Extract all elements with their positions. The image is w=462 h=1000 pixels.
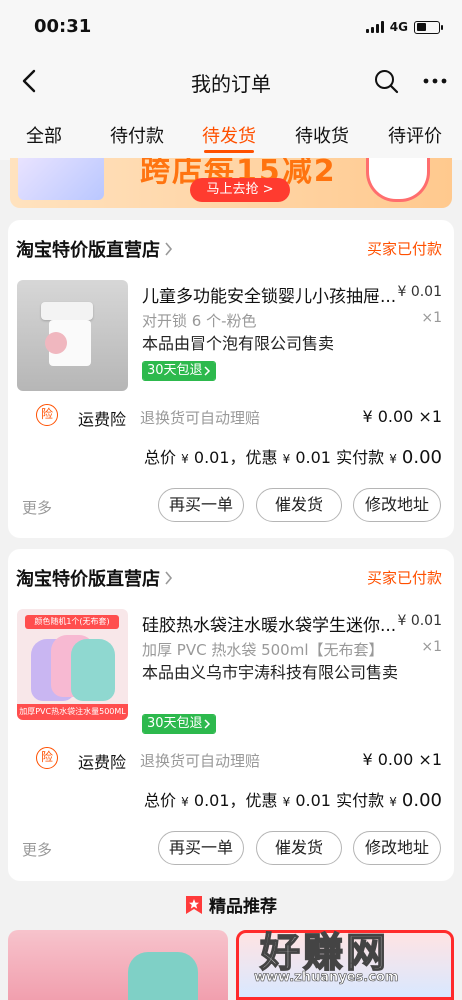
status-time: 00:31	[34, 16, 92, 37]
thumbnail-caption: 加厚PVC热水袋注水量500ML	[17, 704, 128, 720]
item-spec: 加厚 PVC 热水袋 500ml【无布套】	[142, 641, 384, 659]
chevron-right-icon	[165, 571, 173, 585]
buy-again-button[interactable]: 再买一单	[158, 831, 244, 865]
item-price-symbol: ¥	[397, 284, 407, 300]
order-totals: 总价 ¥ 0.01，优惠 ¥ 0.01 实付款 ¥ 0.00	[144, 444, 442, 468]
insurance-desc: 退换货可自动理赔	[140, 752, 261, 770]
product-thumbnail[interactable]	[17, 280, 128, 391]
return-badge: 30天包退	[142, 361, 216, 381]
total-value: 0.01	[193, 448, 230, 467]
insurance-price: ¥ 0.00 ×1	[362, 407, 442, 426]
promo-banner[interactable]: 跨店每15减2 马上去抢 >	[10, 158, 452, 208]
tab-pending-shipment[interactable]: 待发货	[202, 122, 256, 148]
paid-symbol: ¥	[389, 795, 397, 809]
order-status: 买家已付款	[366, 569, 442, 587]
status-indicators: 4G	[365, 20, 443, 34]
item-price: ¥ 0.01	[397, 613, 442, 629]
tab-pending-payment[interactable]: 待付款	[110, 122, 164, 148]
banner-grab-button[interactable]: 马上去抢 >	[190, 178, 290, 202]
discount-symbol: ¥	[282, 452, 291, 466]
insurance-icon: 险	[36, 404, 58, 426]
discount-value: 0.01	[295, 791, 331, 810]
discount-label: ，优惠	[229, 448, 278, 467]
chevron-right-icon	[204, 366, 210, 376]
item-price-symbol: ¥	[397, 613, 407, 629]
search-icon[interactable]	[373, 68, 399, 94]
network-type: 4G	[389, 20, 408, 34]
item-price: ¥ 0.01	[397, 284, 442, 300]
item-seller: 本品由义乌市宇涛科技有限公司售卖	[142, 663, 399, 682]
item-quantity: ×1	[421, 639, 442, 655]
insurance-price: ¥ 0.00 ×1	[362, 750, 442, 769]
shop-name-link[interactable]: 淘宝特价版直营店	[16, 565, 173, 591]
total-value: 0.01	[193, 791, 230, 810]
more-link[interactable]: 更多	[22, 497, 52, 518]
order-card: 淘宝特价版直营店 买家已付款 儿童多功能安全锁婴儿小孩抽屉... ¥ 0.01 …	[8, 220, 454, 538]
total-symbol: ¥	[181, 795, 189, 809]
thumbnail-tag: 颜色随机1个(无布套)	[25, 615, 119, 629]
paid-symbol: ¥	[389, 452, 397, 466]
item-price-value: 0.01	[410, 613, 442, 629]
star-bookmark-icon	[186, 895, 202, 914]
banner-product-image	[18, 158, 104, 200]
paid-label: 实付款	[336, 448, 385, 467]
tab-all[interactable]: 全部	[26, 122, 62, 148]
buy-again-button[interactable]: 再买一单	[158, 488, 244, 522]
more-link[interactable]: 更多	[22, 839, 52, 860]
modify-address-button[interactable]: 修改地址	[353, 488, 441, 522]
insurance-label: 运费险	[78, 753, 127, 772]
discount-label: ，优惠	[229, 791, 278, 810]
order-card: 淘宝特价版直营店 买家已付款 颜色随机1个(无布套) 加厚PVC热水袋注水量50…	[8, 549, 454, 881]
item-quantity: ×1	[421, 310, 442, 326]
shop-name-link[interactable]: 淘宝特价版直营店	[16, 236, 173, 262]
discount-symbol: ¥	[282, 795, 291, 809]
item-title[interactable]: 硅胶热水袋注水暖水袋学生迷你...	[142, 611, 396, 636]
order-status: 买家已付款	[366, 240, 442, 258]
total-symbol: ¥	[181, 452, 189, 466]
battery-level	[416, 23, 426, 31]
product-thumbnail[interactable]: 颜色随机1个(无布套) 加厚PVC热水袋注水量500ML	[17, 609, 128, 720]
insurance-icon: 险	[36, 747, 58, 769]
status-bar: 00:31 4G	[0, 0, 462, 52]
return-badge: 30天包退	[142, 714, 216, 734]
modify-address-button[interactable]: 修改地址	[353, 831, 441, 865]
order-totals: 总价 ¥ 0.01，优惠 ¥ 0.01 实付款 ¥ 0.00	[144, 787, 442, 811]
item-seller: 本品由冒个泡有限公司售卖	[142, 334, 335, 353]
recommend-card[interactable]	[8, 930, 228, 1000]
active-tab-indicator	[204, 150, 254, 153]
total-label: 总价	[144, 448, 177, 467]
insurance-desc: 退换货可自动理赔	[140, 409, 261, 427]
tab-pending-review[interactable]: 待评价	[388, 122, 442, 148]
watermark-url: www.zhuanyes.com	[254, 970, 399, 986]
recommend-title: 精品推荐	[209, 897, 277, 917]
battery-icon	[414, 20, 443, 34]
paid-label: 实付款	[336, 791, 385, 810]
site-watermark: 好赚网 www.zhuanyes.com	[254, 920, 454, 990]
total-label: 总价	[144, 791, 177, 810]
nav-bar: 我的订单	[0, 52, 462, 110]
tab-pending-receipt[interactable]: 待收货	[295, 122, 349, 148]
return-badge-label: 30天包退	[147, 716, 203, 731]
shop-name: 淘宝特价版直营店	[16, 569, 160, 590]
chevron-right-icon	[204, 719, 210, 729]
more-options-icon[interactable]	[420, 68, 450, 94]
paid-value: 0.00	[401, 447, 442, 468]
paid-value: 0.00	[401, 790, 442, 811]
banner-mascot-image	[366, 158, 430, 202]
insurance-label: 运费险	[78, 410, 127, 429]
discount-value: 0.01	[295, 448, 331, 467]
item-title[interactable]: 儿童多功能安全锁婴儿小孩抽屉...	[142, 282, 396, 307]
shop-name: 淘宝特价版直营店	[16, 240, 160, 261]
signal-icon	[365, 21, 384, 33]
urge-shipment-button[interactable]: 催发货	[256, 488, 342, 522]
recommend-header: 精品推荐	[0, 892, 462, 917]
return-badge-label: 30天包退	[147, 363, 203, 378]
chevron-right-icon	[165, 242, 173, 256]
item-price-value: 0.01	[410, 284, 442, 300]
urge-shipment-button[interactable]: 催发货	[256, 831, 342, 865]
item-spec: 对开锁 6 个-粉色	[142, 312, 257, 330]
order-tabs: 全部 待付款 待发货 待收货 待评价	[0, 110, 462, 160]
